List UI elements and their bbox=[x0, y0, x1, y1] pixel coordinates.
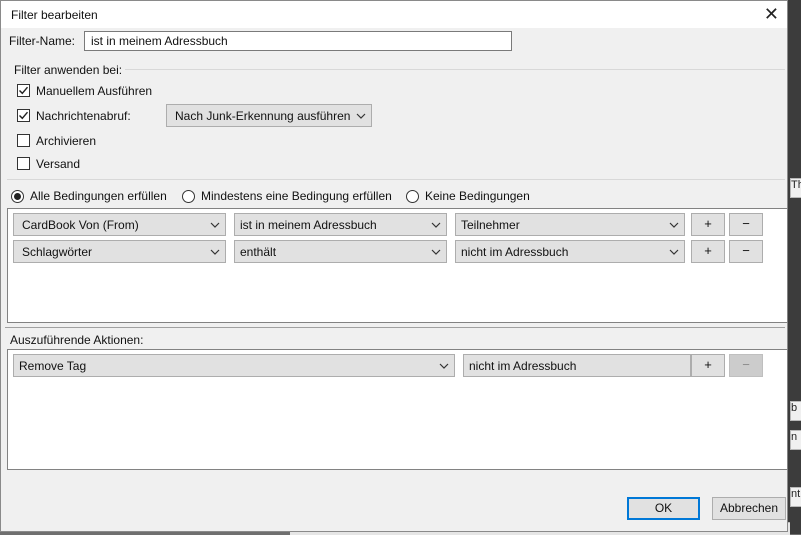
background-window bbox=[788, 0, 801, 534]
action-value-select[interactable]: nicht im Adressbuch bbox=[463, 354, 691, 377]
remove-action-button[interactable]: − bbox=[729, 354, 763, 377]
archive-checkbox[interactable] bbox=[17, 134, 30, 147]
filter-dialog: Filter bearbeiten ✕ Filter-Name: Filter … bbox=[0, 0, 788, 532]
dialog-title: Filter bearbeiten bbox=[11, 8, 98, 22]
chevron-down-icon bbox=[669, 249, 679, 255]
remove-condition-button[interactable]: − bbox=[729, 240, 763, 263]
chevron-down-icon bbox=[356, 113, 366, 119]
chevron-down-icon bbox=[210, 222, 220, 228]
condition-field-select[interactable]: CardBook Von (From) bbox=[13, 213, 226, 236]
match-all-radio[interactable] bbox=[11, 190, 24, 203]
group-divider bbox=[125, 69, 785, 70]
match-any-label[interactable]: Mindestens eine Bedingung erfüllen bbox=[201, 189, 392, 203]
match-none-radio[interactable] bbox=[406, 190, 419, 203]
match-any-radio[interactable] bbox=[182, 190, 195, 203]
action-type-value: Remove Tag bbox=[19, 359, 87, 373]
apply-when-heading: Filter anwenden bei: bbox=[14, 63, 123, 77]
chevron-down-icon bbox=[439, 363, 449, 369]
background-item: b bbox=[790, 401, 801, 421]
condition-value-select[interactable]: nicht im Adressbuch bbox=[455, 240, 685, 263]
condition-operator-select[interactable]: ist in meinem Adressbuch bbox=[234, 213, 447, 236]
add-action-button[interactable]: + bbox=[691, 354, 725, 377]
fetch-checkbox[interactable] bbox=[17, 109, 30, 122]
condition-value-select[interactable]: Teilnehmer bbox=[455, 213, 685, 236]
background-item: nt bbox=[790, 487, 801, 507]
fetch-mode-value: Nach Junk-Erkennung ausführen bbox=[175, 109, 351, 123]
chevron-down-icon bbox=[669, 222, 679, 228]
filter-name-input[interactable] bbox=[84, 31, 512, 51]
add-condition-button[interactable]: + bbox=[691, 213, 725, 236]
chevron-down-icon bbox=[431, 222, 441, 228]
background-item: n bbox=[790, 430, 801, 450]
condition-operator-value: enthält bbox=[240, 245, 277, 259]
fetch-label[interactable]: Nachrichtenabruf: bbox=[36, 109, 131, 123]
title-bar: Filter bearbeiten ✕ bbox=[1, 1, 787, 28]
condition-operator-value: ist in meinem Adressbuch bbox=[240, 218, 377, 232]
condition-value-value: Teilnehmer bbox=[461, 218, 520, 232]
ok-button[interactable]: OK bbox=[627, 497, 700, 520]
match-none-label[interactable]: Keine Bedingungen bbox=[425, 189, 530, 203]
actions-heading: Auszuführende Aktionen: bbox=[10, 333, 144, 347]
match-all-label[interactable]: Alle Bedingungen erfüllen bbox=[30, 189, 167, 203]
condition-field-value: CardBook Von (From) bbox=[22, 218, 139, 232]
action-type-select[interactable]: Remove Tag bbox=[13, 354, 455, 377]
splitter[interactable] bbox=[5, 327, 785, 328]
archive-label[interactable]: Archivieren bbox=[36, 134, 96, 148]
remove-condition-button[interactable]: − bbox=[729, 213, 763, 236]
manual-run-label[interactable]: Manuellem Ausführen bbox=[36, 84, 152, 98]
manual-run-checkbox[interactable] bbox=[17, 84, 30, 97]
fetch-mode-select[interactable]: Nach Junk-Erkennung ausführen bbox=[166, 104, 372, 127]
group-divider bbox=[7, 179, 785, 180]
action-value-value: nicht im Adressbuch bbox=[469, 359, 577, 373]
chevron-down-icon bbox=[431, 249, 441, 255]
close-icon[interactable]: ✕ bbox=[764, 3, 779, 25]
check-icon bbox=[19, 86, 29, 95]
check-icon bbox=[19, 111, 29, 120]
condition-operator-select[interactable]: enthält bbox=[234, 240, 447, 263]
condition-value-value: nicht im Adressbuch bbox=[461, 245, 569, 259]
cancel-button[interactable]: Abbrechen bbox=[712, 497, 786, 520]
condition-field-value: Schlagwörter bbox=[22, 245, 93, 259]
add-condition-button[interactable]: + bbox=[691, 240, 725, 263]
filter-name-label: Filter-Name: bbox=[9, 34, 76, 48]
send-label[interactable]: Versand bbox=[36, 157, 80, 171]
background-item: Th bbox=[790, 178, 801, 198]
send-checkbox[interactable] bbox=[17, 157, 30, 170]
condition-field-select[interactable]: Schlagwörter bbox=[13, 240, 226, 263]
chevron-down-icon bbox=[210, 249, 220, 255]
